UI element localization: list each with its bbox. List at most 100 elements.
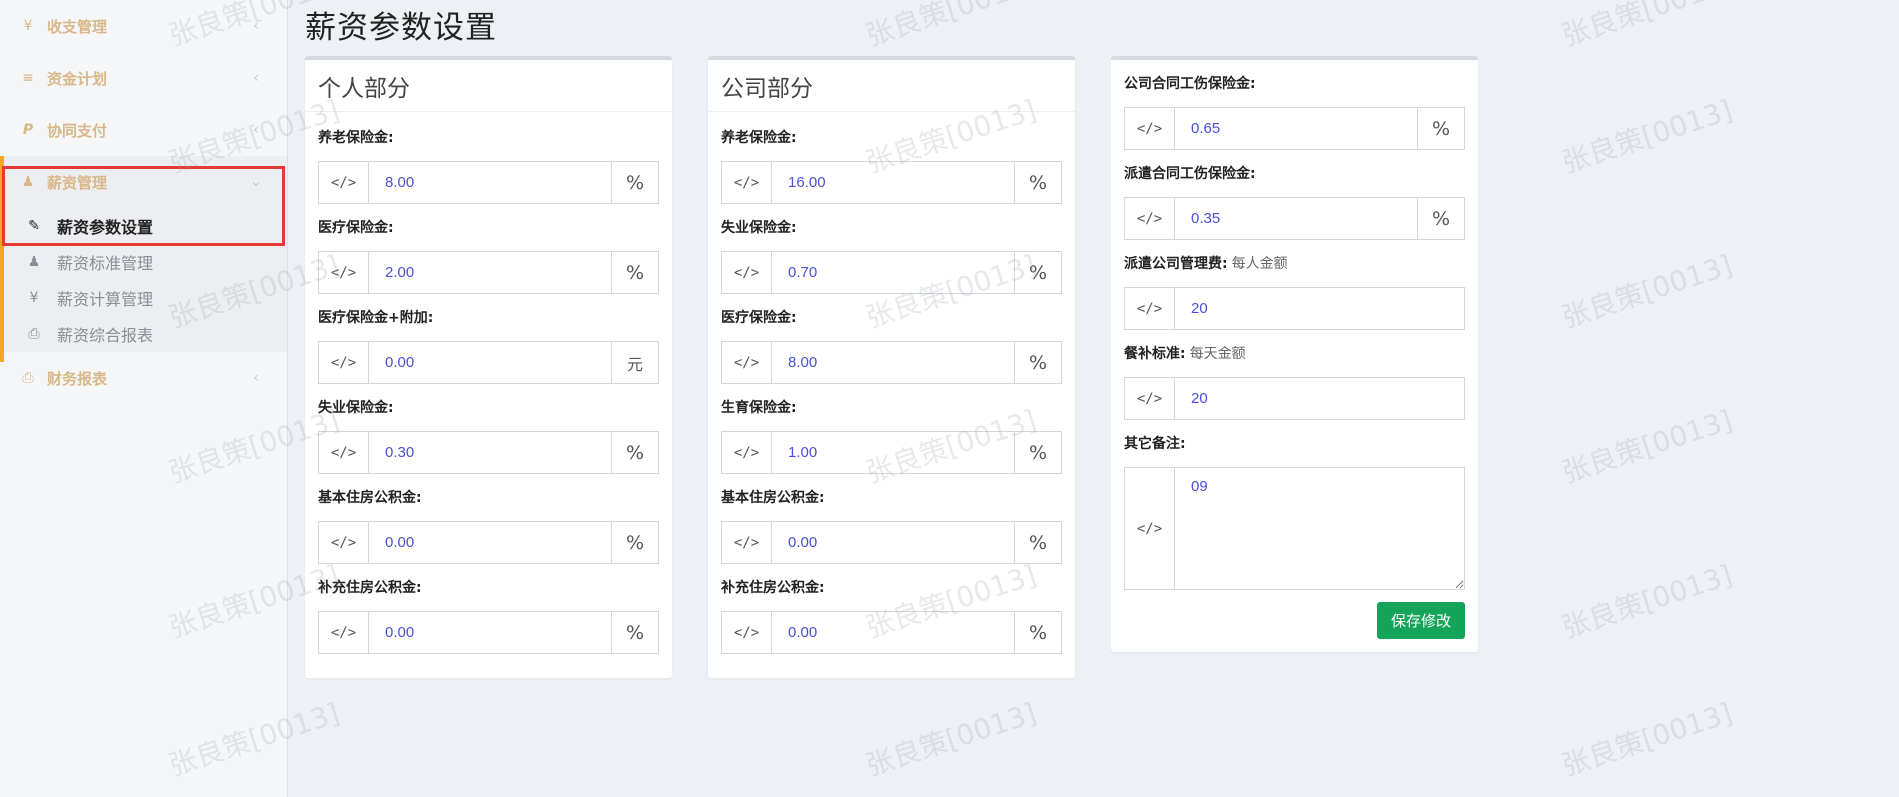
personal-housing-basic-field: 基本住房公积金: </> %	[318, 488, 659, 564]
watermark-text: 张良策[0013]	[1557, 0, 1737, 53]
personal-medical-input[interactable]	[369, 252, 611, 293]
input-group: </> %	[1124, 197, 1465, 240]
submenu-item-salary-params[interactable]: ✎ 薪资参数设置	[0, 208, 287, 244]
submenu-item-salary-report[interactable]: ⎙ 薪资综合报表	[0, 316, 287, 352]
unit-addon: %	[1014, 432, 1061, 473]
save-button[interactable]: 保存修改	[1377, 602, 1465, 639]
company-injury-field: 公司合同工伤保险金: </> %	[1124, 74, 1465, 150]
meal-allowance-input[interactable]	[1175, 378, 1464, 419]
company-pension-input[interactable]	[772, 162, 1014, 203]
code-icon: </>	[319, 342, 369, 383]
personal-housing-extra-field: 补充住房公积金: </> %	[318, 578, 659, 654]
user-icon: ♟	[21, 174, 35, 190]
input-group: </> %	[318, 431, 659, 474]
input-group: </> %	[318, 521, 659, 564]
personal-unemployment-input[interactable]	[369, 432, 611, 473]
field-label-text: 餐补标准:	[1124, 346, 1186, 362]
company-maternity-field: 生育保险金: </> %	[721, 398, 1062, 474]
field-label: 医疗保险金:	[721, 310, 797, 326]
company-unemployment-input[interactable]	[772, 252, 1014, 293]
remark-textarea[interactable]: 09	[1175, 468, 1464, 589]
field-hint: 每人金额	[1231, 256, 1288, 272]
watermark-text: 张良策[0013]	[1557, 558, 1737, 645]
input-group: </> %	[721, 521, 1062, 564]
company-medical-input[interactable]	[772, 342, 1014, 383]
personal-housing-extra-input[interactable]	[369, 612, 611, 653]
field-hint: 每天金额	[1189, 346, 1246, 362]
code-icon: </>	[319, 522, 369, 563]
field-label: 失业保险金:	[721, 220, 797, 236]
paypal-icon: P	[22, 122, 34, 138]
unit-addon: %	[1014, 522, 1061, 563]
code-icon: </>	[722, 342, 772, 383]
company-housing-extra-input[interactable]	[772, 612, 1014, 653]
unit-addon: 元	[611, 342, 658, 383]
personal-pension-input[interactable]	[369, 162, 611, 203]
personal-medical-extra-input[interactable]	[369, 342, 611, 383]
input-group: </> %	[721, 341, 1062, 384]
sidebar-item-salary[interactable]: ♟ 薪资管理 ⌄	[0, 156, 287, 208]
dispatch-fee-field: 派遣公司管理费: 每人金额 </>	[1124, 254, 1465, 330]
input-group: </> %	[318, 611, 659, 654]
input-group: </>	[1124, 287, 1465, 330]
unit-addon: %	[611, 252, 658, 293]
input-group: </>	[1124, 377, 1465, 420]
code-icon: </>	[722, 522, 772, 563]
sidebar-item-collab-payment[interactable]: P 协同支付 ‹	[0, 104, 287, 156]
watermark-text: 张良策[0013]	[861, 696, 1041, 783]
watermark-text: 张良策[0013]	[1557, 696, 1737, 783]
company-injury-input[interactable]	[1175, 108, 1417, 149]
sidebar-item-label: 财务报表	[47, 369, 108, 388]
unit-addon: %	[611, 162, 658, 203]
page-title: 薪资参数设置	[305, 10, 497, 46]
personal-panel: 个人部分 养老保险金: </> % 医疗保险金: </> % 医疗保险金+附加:…	[305, 56, 672, 678]
submenu-item-label: 薪资计算管理	[57, 290, 154, 309]
chevron-left-icon: ‹	[253, 18, 259, 34]
sidebar-item-fund-plan[interactable]: ≡ 资金计划 ‹	[0, 52, 287, 104]
field-label: 补充住房公积金:	[318, 580, 422, 596]
sidebar-item-financial-report[interactable]: ⎙ 财务报表 ‹	[0, 352, 287, 404]
yen-icon: ¥	[23, 18, 33, 34]
field-label-text: 派遣公司管理费:	[1124, 256, 1228, 272]
unit-addon: %	[611, 522, 658, 563]
code-icon: </>	[319, 162, 369, 203]
submenu-item-salary-standard[interactable]: ♟ 薪资标准管理	[0, 244, 287, 280]
field-label: 基本住房公积金:	[318, 490, 422, 506]
field-label: 医疗保险金+附加:	[318, 310, 434, 326]
watermark-text: 张良策[0013]	[861, 0, 1041, 53]
field-label-text: 派遣合同工伤保险金:	[1124, 166, 1256, 182]
code-icon: </>	[1125, 108, 1175, 149]
remark-field: 其它备注: </> 09	[1124, 434, 1465, 590]
personal-medical-field: 医疗保险金: </> %	[318, 218, 659, 294]
field-label: 生育保险金:	[721, 400, 797, 416]
personal-housing-basic-input[interactable]	[369, 522, 611, 563]
field-label: 餐补标准: 每天金额	[1124, 344, 1465, 364]
sidebar-item-label: 资金计划	[47, 69, 108, 88]
unit-addon: %	[1417, 108, 1464, 149]
field-label-text: 公司合同工伤保险金:	[1124, 76, 1256, 92]
sidebar: ¥ 收支管理 ‹ ≡ 资金计划 ‹ P 协同支付 ‹ ♟ 薪资管理 ⌄ ✎ 薪资…	[0, 0, 288, 797]
field-label: 补充住房公积金:	[721, 580, 825, 596]
field-label: 养老保险金:	[318, 130, 394, 146]
company-maternity-input[interactable]	[772, 432, 1014, 473]
field-label: 失业保险金:	[318, 400, 394, 416]
dispatch-injury-input[interactable]	[1175, 198, 1417, 239]
code-icon: </>	[319, 612, 369, 653]
other-settings-panel: 公司合同工伤保险金: </> % 派遣合同工伤保险金: </> % 派遣公司管理…	[1111, 56, 1478, 652]
unit-addon: %	[611, 432, 658, 473]
dispatch-fee-input[interactable]	[1175, 288, 1464, 329]
code-icon: </>	[722, 252, 772, 293]
field-label: 医疗保险金:	[318, 220, 394, 236]
submenu-item-salary-calc[interactable]: ¥ 薪资计算管理	[0, 280, 287, 316]
input-group: </> %	[721, 431, 1062, 474]
company-housing-basic-input[interactable]	[772, 522, 1014, 563]
chevron-left-icon: ‹	[253, 370, 259, 386]
code-icon: </>	[722, 432, 772, 473]
submenu-item-label: 薪资参数设置	[57, 218, 154, 237]
field-label: 派遣公司管理费: 每人金额	[1124, 254, 1465, 274]
field-label: 其它备注:	[1124, 436, 1186, 452]
sidebar-item-income-expense[interactable]: ¥ 收支管理 ‹	[0, 0, 287, 52]
field-label: 派遣合同工伤保险金:	[1124, 164, 1465, 184]
chevron-down-icon: ⌄	[250, 174, 262, 190]
input-group: </> %	[721, 251, 1062, 294]
